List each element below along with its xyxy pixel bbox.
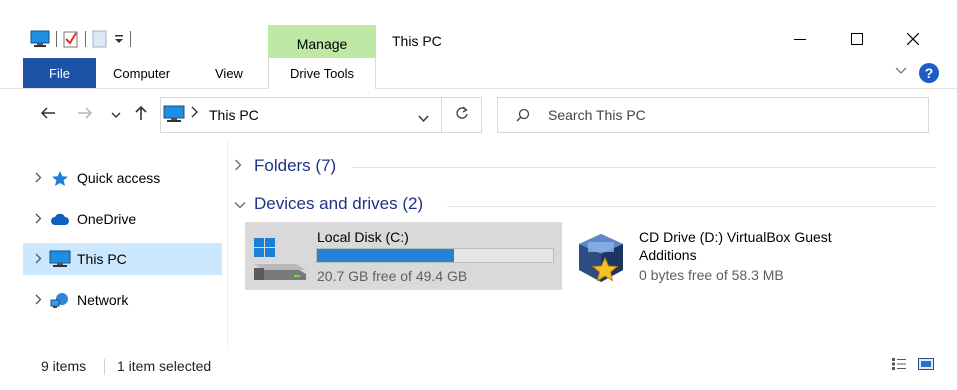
status-item-count: 9 items <box>41 358 87 374</box>
maximize-icon <box>851 32 863 48</box>
up-button[interactable] <box>131 104 151 126</box>
windows-drive-icon <box>252 236 308 285</box>
maximize-button[interactable] <box>835 26 879 54</box>
breadcrumb-separator-icon[interactable] <box>191 106 199 121</box>
address-bar[interactable] <box>160 97 442 133</box>
sidebar-item-label: OneDrive <box>77 211 137 227</box>
virtualbox-icon <box>573 230 629 289</box>
drive-name: Local Disk (C:) <box>317 229 409 245</box>
status-selection: 1 item selected <box>117 358 212 374</box>
status-divider <box>104 359 105 375</box>
recent-locations-button[interactable] <box>106 104 126 126</box>
new-folder-icon[interactable] <box>92 30 108 48</box>
forward-arrow-icon <box>77 105 93 125</box>
drive-free-space: 20.7 GB free of 49.4 GB <box>317 268 468 284</box>
details-view-icon <box>891 357 907 374</box>
breadcrumb-this-pc[interactable]: This PC <box>209 107 259 123</box>
group-label: Folders (7) <box>254 156 337 175</box>
search-icon <box>516 108 530 125</box>
back-button[interactable] <box>38 104 58 126</box>
expand-chevron-icon[interactable] <box>27 171 49 186</box>
drive-usage-bar <box>316 248 554 263</box>
help-button[interactable]: ? <box>919 63 939 83</box>
sidebar-item-onedrive[interactable]: OneDrive <box>23 203 222 235</box>
address-dropdown-icon[interactable] <box>418 110 429 126</box>
sidebar-item-quick-access[interactable]: Quick access <box>23 162 222 194</box>
toolbar-separator <box>85 31 86 47</box>
manage-label: Manage <box>296 36 348 52</box>
chevron-down-icon <box>111 105 121 125</box>
sidebar-item-label: Network <box>77 292 129 308</box>
group-header-devices-and-drives[interactable]: Devices and drives (2) <box>234 194 423 214</box>
expand-ribbon-chevron-icon[interactable] <box>895 64 907 78</box>
search-input[interactable]: Search This PC <box>548 107 646 123</box>
details-view-button[interactable] <box>890 356 908 374</box>
computer-properties-icon[interactable] <box>30 30 50 48</box>
quick-access-toolbar <box>30 28 131 50</box>
large-icons-view-icon <box>918 357 934 374</box>
this-pc-icon <box>163 105 185 126</box>
close-icon <box>906 32 920 48</box>
group-header-folders[interactable]: Folders (7) <box>234 156 336 176</box>
up-arrow-icon <box>134 105 148 126</box>
refresh-icon <box>455 105 469 125</box>
tab-file[interactable]: File <box>23 58 96 88</box>
tab-view[interactable]: View <box>215 58 243 88</box>
window-title: This PC <box>392 33 442 49</box>
close-button[interactable] <box>891 26 935 54</box>
collapsed-chevron-icon <box>234 159 250 174</box>
drive-usage-fill <box>317 249 455 262</box>
drive-name-line2: Additions <box>639 247 697 263</box>
minimize-button[interactable] <box>778 26 822 54</box>
network-icon <box>49 290 71 310</box>
customize-dropdown-icon[interactable] <box>114 33 124 45</box>
expand-chevron-icon[interactable] <box>27 293 49 308</box>
sidebar-item-label: Quick access <box>77 170 161 186</box>
pane-divider[interactable] <box>227 140 228 350</box>
toolbar-separator <box>130 31 131 47</box>
large-icons-view-button[interactable] <box>917 356 935 374</box>
sidebar-item-this-pc[interactable]: This PC <box>23 243 222 275</box>
star-icon <box>49 168 71 188</box>
minimize-icon <box>794 32 806 48</box>
group-label: Devices and drives (2) <box>254 194 424 213</box>
tab-drive-tools[interactable]: Drive Tools <box>268 58 376 89</box>
sidebar-item-label: This PC <box>77 251 127 267</box>
expand-chevron-icon[interactable] <box>27 212 49 227</box>
drive-free-space: 0 bytes free of 58.3 MB <box>639 267 784 283</box>
tab-computer[interactable]: Computer <box>113 58 170 88</box>
group-divider <box>352 167 936 168</box>
toolbar-separator <box>56 31 57 47</box>
expanded-chevron-icon <box>234 197 250 212</box>
group-divider <box>447 206 936 207</box>
checkbox-icon[interactable] <box>63 30 79 48</box>
drive-name-line1: CD Drive (D:) VirtualBox Guest <box>639 229 832 245</box>
sidebar-item-network[interactable]: Network <box>23 284 222 316</box>
monitor-icon <box>49 249 71 269</box>
back-arrow-icon <box>40 105 56 125</box>
expand-chevron-icon[interactable] <box>27 252 49 267</box>
forward-button[interactable] <box>75 104 95 126</box>
cloud-icon <box>49 209 71 229</box>
refresh-button[interactable] <box>442 97 482 133</box>
